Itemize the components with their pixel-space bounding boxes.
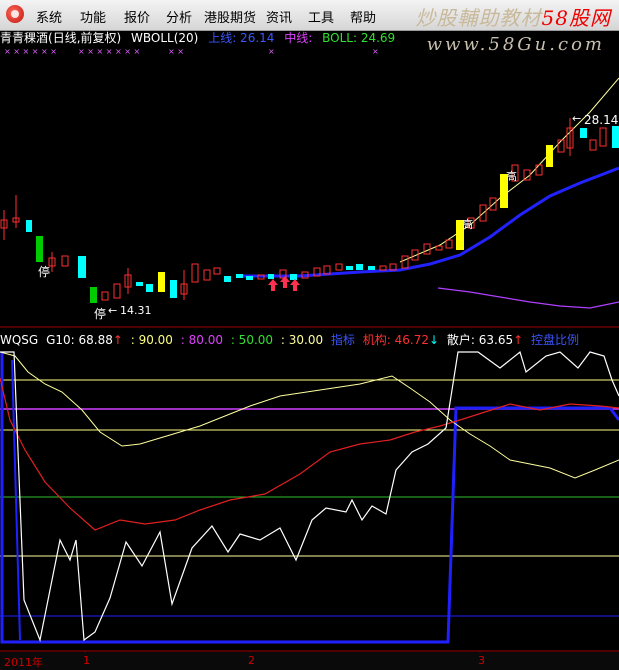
date-axis-month-2: 2 — [248, 654, 255, 667]
sanhu-value: 散户: 63.65 — [446, 333, 514, 347]
date-axis-month-3: 3 — [478, 654, 485, 667]
svg-text:×: × — [268, 47, 275, 56]
date-axis: 2011年 1 2 3 — [0, 652, 619, 670]
svg-text:←: ← — [108, 304, 117, 317]
tag-stop-1: 停 — [38, 264, 50, 279]
jigou-line — [0, 377, 619, 531]
indicator-panel-name[interactable]: WQSG — [0, 333, 38, 347]
svg-text:× ×: × × — [168, 47, 184, 56]
low-price-label: 14.31 — [120, 304, 152, 317]
svg-text:× × × × × × ×: × × × × × × × — [78, 47, 140, 56]
level-80-label: : 80.00 — [180, 333, 223, 347]
high-price-label: 28.14 — [584, 113, 618, 127]
indicator-panel-header: WQSG G10: 68.88↑ : 90.00 : 80.00 : 50.00… — [0, 333, 579, 347]
jigou-value: 机构: 46.72 — [362, 333, 429, 347]
level-90-label: : 90.00 — [130, 333, 173, 347]
svg-text:←: ← — [572, 112, 581, 125]
tag-high: 高 — [462, 217, 473, 231]
date-axis-month-1: 1 — [83, 654, 90, 667]
indicator-label-a: 指标 — [330, 333, 355, 347]
svg-text:× × × × × ×: × × × × × × — [4, 47, 57, 56]
level-30-label: : 30.00 — [280, 333, 324, 347]
trading-app-window: 系统 功能 报价 分析 港股期货 资讯 工具 帮助 炒股輔助教材58股网 青青稞… — [0, 0, 619, 670]
indicator-label-b: 控盘比例 — [530, 333, 579, 347]
date-axis-year: 2011年 — [4, 656, 43, 669]
level-50-label: : 50.00 — [230, 333, 274, 347]
sanhu-line — [0, 350, 619, 643]
tag-stop-2: 停 — [94, 306, 106, 321]
svg-text:×: × — [372, 47, 379, 56]
svg-text:高: 高 — [506, 169, 517, 183]
g10-value: G10: 68.88 — [46, 333, 113, 347]
